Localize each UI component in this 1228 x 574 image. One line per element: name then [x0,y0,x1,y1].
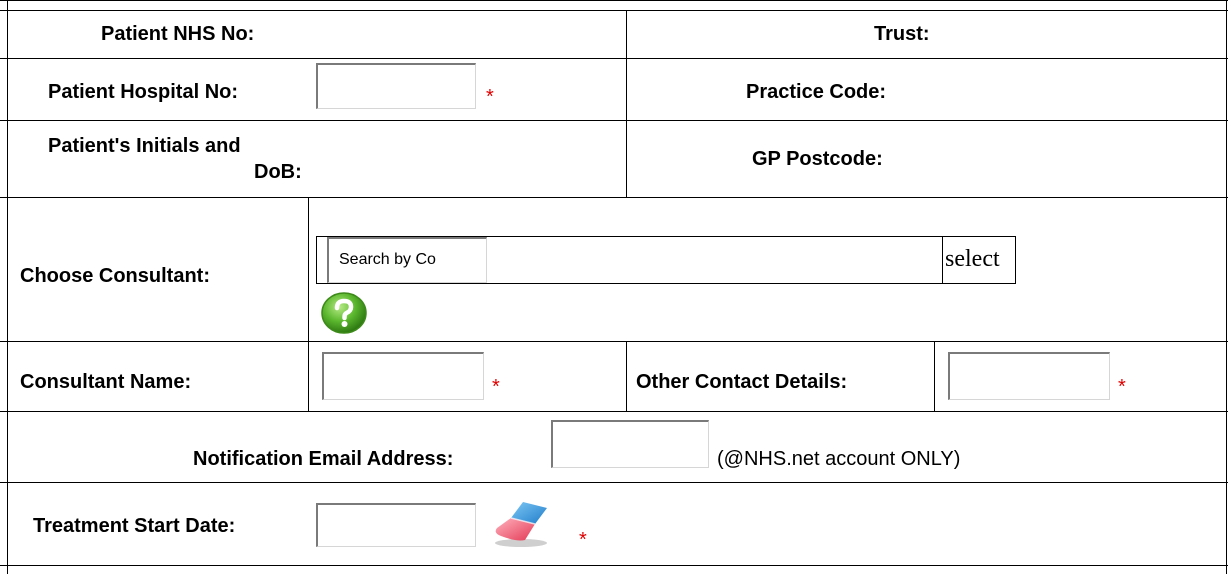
gp-postcode-label: GP Postcode: [752,148,883,170]
choose-consultant-label: Choose Consultant: [20,265,210,287]
patient-initials-dob-label-line1: Patient's Initials and [48,135,241,157]
consultant-name-label: Consultant Name: [20,371,192,393]
treatment-start-date-label: Treatment Start Date: [33,515,236,537]
consultant-name-input[interactable] [322,352,484,400]
patient-initials-dob-label-line2: DoB: [254,161,302,183]
treatment-start-date-input[interactable] [316,503,476,547]
row-divider [0,58,1228,59]
notification-email-input[interactable] [551,420,709,468]
column-divider [626,341,627,411]
column-divider [7,0,8,574]
column-divider [308,197,309,411]
notification-email-label: Notification Email Address: [193,448,454,470]
row-divider [0,482,1228,483]
consultant-search-input[interactable]: Search by Co [327,237,487,283]
other-contact-details-label: Other Contact Details: [636,371,848,393]
column-divider [626,10,627,197]
patient-hospital-no-label: Patient Hospital No: [48,81,239,103]
trust-label: Trust: [874,23,930,45]
other-contact-details-input[interactable] [948,352,1110,400]
notification-email-note: (@NHS.net account ONLY) [717,448,961,470]
row-divider [0,0,1228,1]
row-divider [0,120,1228,121]
patient-hospital-no-input[interactable] [316,63,476,109]
patient-form: Patient NHS No: Trust: Patient Hospital … [0,0,1228,574]
row-divider [0,197,1228,198]
row-divider [0,341,1228,342]
patient-nhs-no-label: Patient NHS No: [101,23,255,45]
required-marker: * [579,529,587,551]
row-divider [0,10,1228,11]
help-icon[interactable] [320,292,368,334]
eraser-icon[interactable] [489,498,553,548]
select-button[interactable]: select [942,237,1019,283]
practice-code-label: Practice Code: [746,81,887,103]
consultant-search: Search by Co select [316,236,1016,284]
required-marker: * [486,86,494,108]
required-marker: * [1118,376,1126,398]
column-divider [1226,0,1227,574]
column-divider [934,341,935,411]
row-divider [0,411,1228,412]
row-divider [0,565,1228,566]
required-marker: * [492,376,500,398]
